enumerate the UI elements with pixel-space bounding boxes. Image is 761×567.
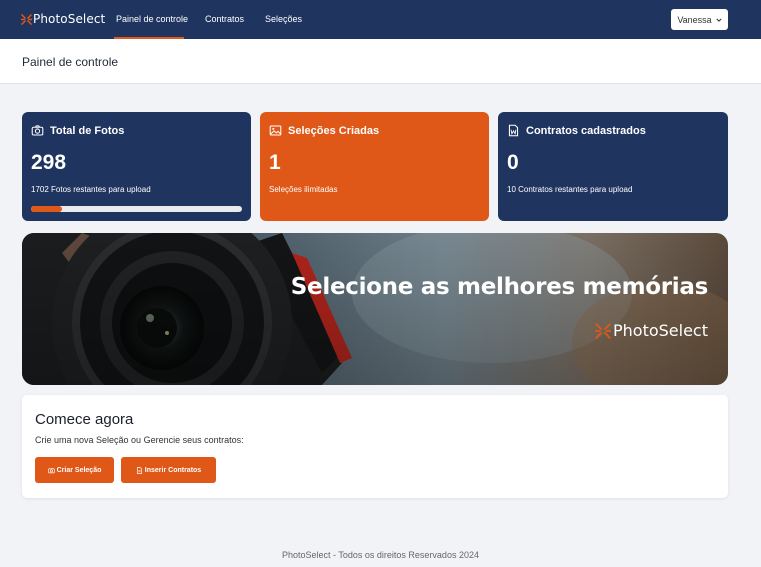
document-icon	[136, 466, 142, 474]
word-document-icon	[508, 124, 519, 137]
stat-card-title-text: Total de Fotos	[50, 124, 125, 137]
nav-link-contracts[interactable]: Contratos	[205, 14, 244, 24]
insert-contracts-button[interactable]: Inserir Contratos	[121, 457, 216, 483]
stat-card-title: Seleções Criadas	[269, 124, 379, 137]
chevron-down-icon	[716, 18, 722, 22]
stat-card-selections: Seleções Criadas 1 Seleções ilimitadas	[260, 112, 489, 221]
page-title: Painel de controle	[22, 55, 119, 69]
get-started-card: Comece agora Crie uma nova Seleção ou Ge…	[22, 395, 728, 498]
stat-card-subtitle: 1702 Fotos restantes para upload	[31, 185, 151, 194]
nav-link-selections[interactable]: Seleções	[265, 14, 302, 24]
stat-card-title-text: Contratos cadastrados	[526, 124, 646, 137]
hero-banner: Selecione as melhores memórias PhotoSele…	[22, 233, 728, 385]
camera-icon	[47, 467, 55, 473]
insert-contracts-label: Inserir Contratos	[144, 466, 202, 474]
camera-photo-illustration	[22, 233, 728, 385]
logo-mark-icon	[21, 13, 32, 25]
brand-name: PhotoSelect	[33, 12, 106, 26]
stat-card-value: 0	[507, 151, 519, 174]
image-icon	[269, 125, 282, 136]
create-selection-button[interactable]: Criar Seleção	[35, 457, 114, 483]
stat-card-photos: Total de Fotos 298 1702 Fotos restantes …	[22, 112, 251, 221]
get-started-text: Crie uma nova Seleção ou Gerencie seus c…	[35, 435, 244, 445]
stat-card-subtitle: 10 Contratos restantes para upload	[507, 185, 633, 194]
logo-mark-icon	[595, 322, 611, 339]
nav-link-dashboard[interactable]: Painel de controle	[116, 14, 188, 24]
stat-card-subtitle: Seleções ilimitadas	[269, 185, 338, 194]
stat-card-value: 1	[269, 151, 281, 174]
camera-icon	[31, 125, 44, 136]
stat-card-value: 298	[31, 151, 67, 174]
upload-progress-bar	[31, 206, 242, 212]
get-started-title: Comece agora	[35, 411, 134, 428]
stat-card-title: Contratos cadastrados	[507, 124, 646, 137]
stat-card-title-text: Seleções Criadas	[288, 124, 380, 137]
banner-headline: Selecione as melhores memórias	[290, 274, 709, 300]
brand-logo[interactable]: PhotoSelect	[21, 12, 105, 26]
user-menu-button[interactable]: Vanessa	[671, 9, 728, 30]
banner-brand-logo: PhotoSelect	[595, 321, 708, 340]
upload-progress-fill	[31, 206, 63, 212]
stat-card-title: Total de Fotos	[31, 124, 124, 137]
create-selection-label: Criar Seleção	[56, 466, 102, 474]
banner-brand-name: PhotoSelect	[613, 321, 708, 340]
footer-text: PhotoSelect - Todos os direitos Reservad…	[282, 550, 479, 560]
user-name: Vanessa	[677, 14, 712, 25]
stat-card-contracts: Contratos cadastrados 0 10 Contratos res…	[498, 112, 728, 221]
top-navbar: PhotoSelect Painel de controle Contratos…	[0, 0, 761, 39]
page-header: Painel de controle	[0, 39, 761, 84]
